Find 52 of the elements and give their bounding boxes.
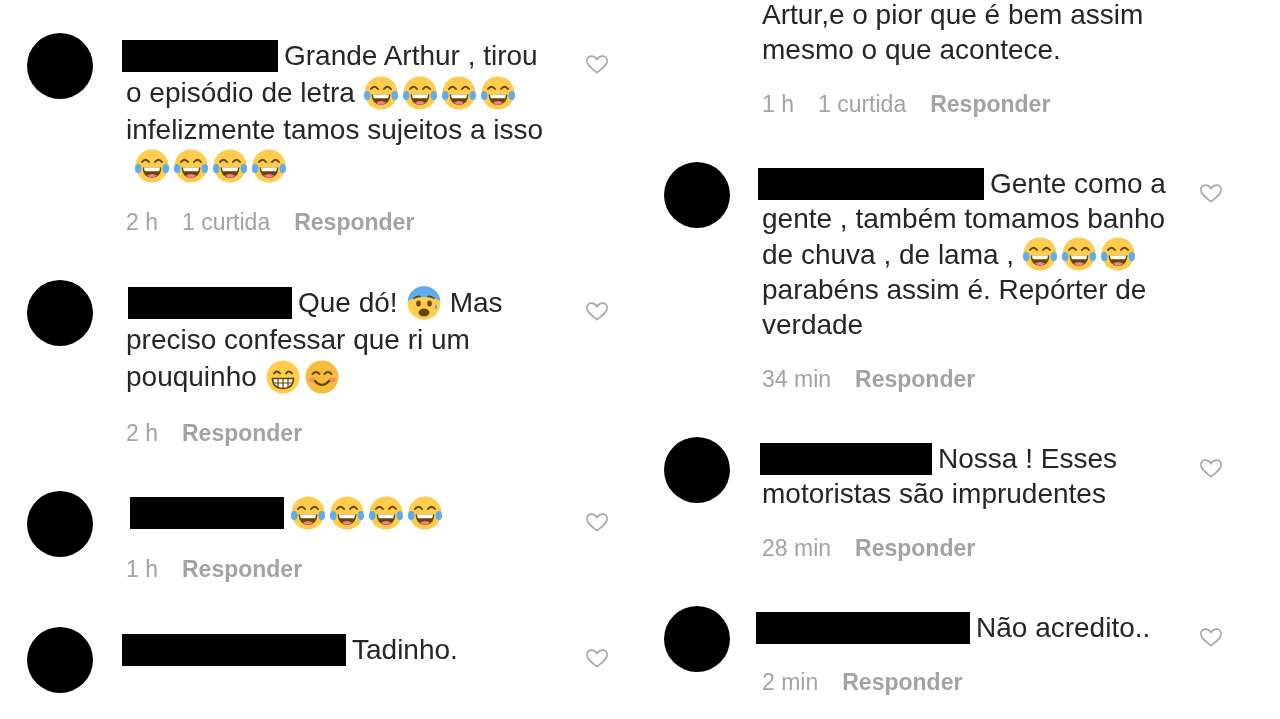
comment-time: 1 h [762, 90, 794, 119]
smiling-emoji-icon [303, 358, 340, 395]
laughing-emoji-icon [329, 495, 365, 531]
comment-time: 34 min [762, 365, 832, 394]
comment-text: de chuva , de lama , [762, 237, 1015, 272]
reply-button[interactable]: Responder [182, 551, 303, 587]
laughing-emoji-icon [1022, 236, 1059, 272]
laughing-emoji-icon [440, 74, 477, 111]
comment-text: parabéns assim é. Repórter de [762, 273, 1147, 307]
laughing-emoji-icon [1061, 236, 1098, 272]
comment-time: 28 min [762, 534, 832, 563]
comment-text: Não acredito.. [976, 611, 1151, 645]
grinning-emoji-icon [264, 358, 301, 395]
reply-button[interactable]: Responder [855, 530, 976, 566]
laughing-emoji-icon [290, 495, 326, 531]
comment-text: pouquinho [126, 360, 257, 394]
laughing-emoji-icon [134, 148, 170, 184]
reply-button[interactable]: Responder [182, 415, 303, 451]
comment-text: preciso confessar que ri um [126, 323, 470, 357]
laughing-emoji-icon [362, 74, 399, 111]
like-count[interactable]: 1 curtida [182, 204, 271, 240]
comment-text: mesmo o que acontece. [762, 33, 1061, 67]
comment-text: verdade [762, 308, 864, 342]
comment-time: 1 h [126, 555, 158, 584]
comment-text: Mas [449, 286, 503, 320]
comment-text: motoristas são imprudentes [762, 477, 1106, 511]
laughing-emoji-icon [368, 495, 404, 531]
comment-text: Grande Arthur , tirou [284, 39, 538, 73]
comment-text: Tadinho. [352, 633, 458, 667]
comment-text: o episódio de letra [126, 76, 355, 110]
reply-button[interactable]: Responder [294, 204, 415, 240]
reply-button[interactable]: Responder [842, 664, 963, 700]
comment-time: 2 min [762, 668, 819, 697]
laughing-emoji-icon [407, 495, 443, 531]
laughing-emoji-icon [479, 74, 516, 111]
anxious-emoji-icon [405, 284, 442, 321]
laughing-emoji-icon [251, 148, 287, 184]
comment-text: Nossa ! Esses [938, 442, 1117, 476]
comment-text: infelizmente tamos sujeitos a isso [126, 113, 544, 147]
comment-time: 2 h [126, 419, 158, 448]
laughing-emoji-icon [212, 148, 248, 184]
comment-text: Que dó! [298, 286, 398, 320]
reply-button[interactable]: Responder [930, 86, 1051, 122]
laughing-emoji-icon [1100, 236, 1137, 272]
like-count[interactable]: 1 curtida [818, 86, 907, 122]
comment-time: 2 h [126, 208, 158, 237]
comment-text: gente , também tomamos banho [762, 202, 1166, 236]
laughing-emoji-icon [173, 148, 209, 184]
comment-text: Gente como a [990, 167, 1166, 201]
comment-text: Artur,e o pior que é bem assim [762, 0, 1144, 32]
reply-button[interactable]: Responder [855, 361, 976, 397]
laughing-emoji-icon [401, 74, 438, 111]
